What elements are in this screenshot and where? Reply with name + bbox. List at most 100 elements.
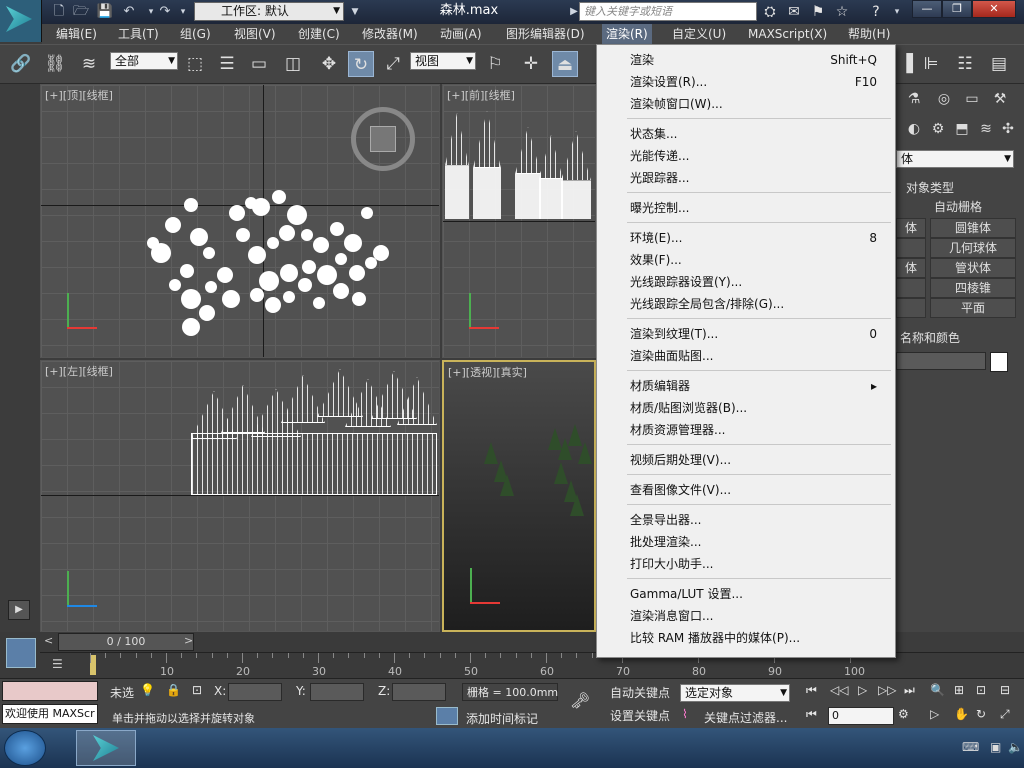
plane-button[interactable]: 平面	[930, 298, 1016, 318]
motion-tab-icon[interactable]: ◎	[932, 88, 956, 110]
menu-help[interactable]: 帮助(H)	[844, 24, 894, 44]
time-slider-prev-icon[interactable]: <	[44, 634, 56, 647]
selection-lock-icon[interactable]: 🔒	[166, 683, 181, 697]
maxscript-listener-input[interactable]: 欢迎使用 MAXScr	[2, 704, 98, 724]
start-button[interactable]	[4, 730, 46, 766]
menu-animation[interactable]: 动画(A)	[436, 24, 486, 44]
viewport-top-label[interactable]: [+][顶][线框]	[45, 87, 113, 103]
menu-modifiers[interactable]: 修改器(M)	[358, 24, 422, 44]
selection-filter-dropdown[interactable]: 全部 ▼	[110, 52, 178, 70]
render-menu-item[interactable]: 视频后期处理(V)...	[597, 449, 895, 471]
viewport-front-label[interactable]: [+][前][线框]	[447, 87, 515, 103]
communication-center-icon[interactable]: ✉	[784, 2, 804, 22]
star-icon[interactable]: ☆	[832, 2, 852, 22]
key-mode-icon[interactable]: ⏮	[806, 707, 817, 722]
rectangular-selection-icon[interactable]: ▭	[246, 51, 272, 77]
y-coordinate-input[interactable]	[310, 683, 364, 701]
auto-grid-checkbox[interactable]: 自动栅格	[896, 198, 1020, 218]
key-filters-icon[interactable]: ⌇	[682, 707, 688, 721]
render-menu-item[interactable]: 光线跟踪器设置(Y)...	[597, 271, 895, 293]
cone-button[interactable]: 圆锥体	[930, 218, 1016, 238]
render-menu-item[interactable]: 环境(E)... 8	[597, 227, 895, 249]
menu-tools[interactable]: 工具(T)	[114, 24, 163, 44]
menu-rendering[interactable]: 渲染(R)	[602, 24, 652, 44]
hierarchy-tab-icon[interactable]: ⚗	[902, 88, 926, 110]
orbit-icon[interactable]: ↻	[976, 707, 986, 721]
viewport-layout-button[interactable]	[0, 632, 40, 678]
taskbar-3dsmax-button[interactable]	[76, 730, 136, 766]
goto-end-icon[interactable]: ⏭	[904, 683, 915, 698]
render-menu-item[interactable]: Gamma/LUT 设置...	[597, 583, 895, 605]
keyboard-shortcut-override-icon[interactable]: ⏏	[552, 51, 578, 77]
key-filter-selection-dropdown[interactable]: 选定对象 ▼	[680, 684, 790, 702]
name-and-color-rollout-header[interactable]: 名称和颜色	[900, 330, 1010, 346]
render-menu-item[interactable]: 渲染 Shift+Q	[597, 49, 895, 71]
select-and-rotate-icon[interactable]: ↻	[348, 51, 374, 77]
sphere-button[interactable]	[896, 238, 926, 258]
redo-dropdown-icon[interactable]: ▾	[174, 3, 192, 21]
new-file-icon[interactable]: 🗋	[50, 3, 68, 21]
next-frame-icon[interactable]: ▷▷	[878, 683, 896, 697]
menu-views[interactable]: 视图(V)	[230, 24, 280, 44]
render-menu-item[interactable]: 比较 RAM 播放器中的媒体(P)...	[597, 627, 895, 649]
category-dropdown[interactable]: 体 ▼	[896, 150, 1014, 168]
add-time-tag-button[interactable]: 添加时间标记	[466, 710, 538, 727]
x-coordinate-input[interactable]	[228, 683, 282, 701]
teapot-button[interactable]	[896, 298, 926, 318]
render-menu-item[interactable]: 曝光控制...	[597, 197, 895, 219]
isolate-selection-icon[interactable]	[436, 707, 458, 725]
redo-icon[interactable]: ↷	[156, 3, 174, 21]
object-name-input[interactable]	[896, 352, 986, 370]
absolute-mode-icon[interactable]: ⊡	[192, 683, 202, 697]
helpers-icon[interactable]: ⬒	[950, 118, 974, 140]
render-menu-item[interactable]: 光线跟踪全局包含/排除(G)...	[597, 293, 895, 315]
workspace-dropdown[interactable]: 工作区: 默认 ▼	[194, 2, 344, 21]
lightbulb-icon[interactable]: 💡	[140, 683, 155, 697]
render-menu-item[interactable]: 材质编辑器 ▸	[597, 375, 895, 397]
zoom-all-icon[interactable]: ⊞	[954, 683, 964, 697]
play-icon[interactable]: ▷	[858, 683, 867, 697]
tube-button[interactable]: 管状体	[930, 258, 1016, 278]
goto-start-icon[interactable]: ⏮	[806, 683, 817, 698]
systems-icon[interactable]: ✣	[996, 118, 1020, 140]
menu-graph-editors[interactable]: 图形编辑器(D)	[502, 24, 589, 44]
render-menu-item[interactable]: 渲染消息窗口...	[597, 605, 895, 627]
maxscript-listener-pink[interactable]	[2, 681, 98, 701]
reference-coordinate-dropdown[interactable]: 视图 ▼	[410, 52, 476, 70]
mini-curve-editor-icon[interactable]: ☰	[52, 657, 63, 671]
render-menu-item[interactable]: 效果(F)...	[597, 249, 895, 271]
time-slider-thumb[interactable]: 0 / 100	[58, 633, 194, 651]
field-of-view-icon[interactable]: ▷	[930, 707, 939, 721]
network-tray-icon[interactable]: ▣	[990, 740, 1001, 754]
menu-customize[interactable]: 自定义(U)	[668, 24, 730, 44]
torus-button[interactable]	[896, 278, 926, 298]
geosphere-button[interactable]: 几何球体	[930, 238, 1016, 258]
save-icon[interactable]: 💾	[96, 3, 114, 21]
render-menu-item[interactable]: 渲染到纹理(T)... 0	[597, 323, 895, 345]
window-crossing-icon[interactable]: ◫	[280, 51, 306, 77]
open-file-icon[interactable]: 🗁	[72, 3, 90, 21]
help-icon[interactable]: ?	[866, 2, 886, 22]
render-menu-item[interactable]: 打印大小助手...	[597, 553, 895, 575]
viewport-left-label[interactable]: [+][左][线框]	[45, 363, 113, 379]
render-menu-item[interactable]: 渲染设置(R)... F10	[597, 71, 895, 93]
set-key-icon[interactable]: 🗝	[570, 691, 590, 710]
select-and-manipulate-icon[interactable]: ✛	[518, 51, 544, 77]
render-menu-item[interactable]: 全景导出器...	[597, 509, 895, 531]
box-button[interactable]: 体	[896, 218, 926, 238]
layer-manager-icon[interactable]: ☷	[952, 51, 978, 77]
render-menu-item[interactable]: 光跟踪器...	[597, 167, 895, 189]
select-and-scale-icon[interactable]: ⤢	[380, 51, 406, 77]
render-menu-item[interactable]: 光能传递...	[597, 145, 895, 167]
object-color-swatch[interactable]	[990, 352, 1008, 372]
render-menu-item[interactable]: 材质资源管理器...	[597, 419, 895, 441]
render-menu-item[interactable]: 渲染帧窗口(W)...	[597, 93, 895, 115]
expand-panel-button[interactable]: ▶	[8, 600, 30, 620]
help-dropdown-icon[interactable]: ▾	[888, 3, 906, 21]
time-slider-next-icon[interactable]: >	[184, 634, 196, 647]
unlink-icon[interactable]: ⛓	[42, 51, 68, 77]
viewcube-icon[interactable]	[370, 126, 396, 152]
render-menu-item[interactable]: 批处理渲染...	[597, 531, 895, 553]
align-icon[interactable]: ⊫	[918, 51, 944, 77]
pivot-center-icon[interactable]: ⚐	[482, 51, 508, 77]
